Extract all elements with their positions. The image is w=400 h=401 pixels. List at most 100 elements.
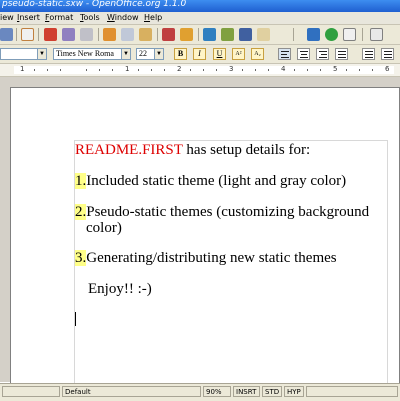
bullets-icon[interactable] [381,48,394,60]
ruler-tick [307,69,308,71]
ruler-number: 4 [281,65,286,73]
ruler-tick [203,69,204,71]
chevron-down-icon: ▼ [154,49,163,59]
copy-icon[interactable] [121,28,134,41]
list-number: 2. [75,204,87,220]
menu-insert[interactable]: Insert [17,12,40,24]
list-number: 1. [75,173,87,189]
ruler-tick [359,69,360,71]
horizontal-ruler[interactable]: 1 1 2 3 4 5 6 [0,64,400,77]
status-info [306,386,398,397]
toolbar-separator [362,28,363,41]
doc-list-item[interactable]: 3.Generating/distributing new static the… [75,249,337,267]
ruler-tick [190,69,191,71]
menu-help[interactable]: Help [144,12,162,24]
superscript-icon[interactable]: A² [232,48,245,60]
toolbar-separator [293,28,294,41]
ruler-tick [99,69,100,71]
align-left-icon[interactable] [278,48,291,60]
status-zoom[interactable]: 90% [203,386,231,397]
justify-icon[interactable] [335,48,348,60]
toolbar-separator [157,28,158,41]
print-icon[interactable] [62,28,75,41]
hyperlink-icon[interactable] [203,28,216,41]
title-bar: pseudo-static.sxw - OpenOffice.org 1.1.0 [0,0,400,12]
numbering-icon[interactable] [362,48,375,60]
data-sources-icon[interactable] [257,28,270,41]
bold-button[interactable]: B [174,48,187,60]
ruler-tick [60,69,61,71]
page-preview-icon[interactable] [80,28,93,41]
ruler-tick [138,69,139,71]
status-insert-mode[interactable]: INSRT [233,386,260,397]
ruler-tick [112,69,113,71]
ruler-tick [86,69,87,71]
ruler-tick [216,69,217,71]
ruler-tick [372,69,373,71]
ruler-number: 3 [229,65,234,73]
save-icon[interactable] [0,28,13,41]
align-right-icon[interactable] [316,48,329,60]
go-icon[interactable] [325,28,338,41]
font-name-select[interactable]: Times New Roma ▼ [53,48,131,60]
underline-button[interactable]: U [213,48,226,60]
toolbar-separator [38,28,39,41]
ruler-tick [47,69,48,71]
font-size-select[interactable]: 22 ▼ [136,48,164,60]
toolbar-separator [16,28,17,41]
redo-icon[interactable] [180,28,193,41]
menu-view[interactable]: iew [0,12,14,24]
ruler-tick [164,69,165,71]
ruler-tick [151,69,152,71]
chevron-down-icon: ▼ [121,49,130,59]
readme-link-text: README.FIRST [75,142,183,158]
menu-format[interactable]: Format [45,12,73,24]
ruler-number: 1 [20,65,25,73]
window-icon[interactable] [343,28,356,41]
ruler-number: 6 [385,65,390,73]
chevron-down-icon: ▼ [37,49,46,59]
list-icon[interactable] [370,28,383,41]
doc-closing[interactable]: Enjoy!! :-) [88,280,152,298]
status-style[interactable]: Default [62,386,201,397]
status-bar: Default 90% INSRT STD HYP [0,383,400,401]
ruler-tick [242,69,243,71]
paste-icon[interactable] [139,28,152,41]
edit-file-icon[interactable] [21,28,34,41]
ruler-number: 1 [125,65,130,73]
menu-window[interactable]: Window [107,12,139,24]
ruler-tick [346,69,347,71]
formatting-toolbar: ▼ Times New Roma ▼ 22 ▼ B I U A² A₂ [0,45,400,64]
standard-toolbar [0,25,400,45]
subscript-icon[interactable]: A₂ [251,48,264,60]
align-center-icon[interactable] [297,48,310,60]
doc-paragraph-intro[interactable]: README.FIRST has setup details for: [75,141,310,159]
ruler-number: 5 [333,65,338,73]
home-icon[interactable] [307,28,320,41]
list-number: 3. [75,250,87,266]
menu-bar: iew Insert Format Tools Window Help [0,12,400,25]
paragraph-style-select[interactable]: ▼ [0,48,47,60]
toolbar-separator [198,28,199,41]
ruler-tick [320,69,321,71]
ruler-number: 2 [177,65,182,73]
text-cursor [75,312,76,326]
undo-icon[interactable] [162,28,175,41]
menu-tools[interactable]: Tools [80,12,100,24]
cut-icon[interactable] [103,28,116,41]
ruler-tick [268,69,269,71]
navigator-icon[interactable] [221,28,234,41]
status-page [2,386,60,397]
ruler-tick [34,69,35,71]
ruler-tick [294,69,295,71]
window-title: pseudo-static.sxw - OpenOffice.org 1.1.0 [2,0,187,9]
gallery-icon[interactable] [239,28,252,41]
doc-list-item-continuation[interactable]: color) [86,219,122,237]
ruler-tick [255,69,256,71]
italic-button[interactable]: I [193,48,206,60]
status-selection-mode[interactable]: STD [262,386,282,397]
doc-list-item[interactable]: 1.Included static theme (light and gray … [75,172,346,190]
status-hyperlink-mode[interactable]: HYP [284,386,304,397]
toolbar-separator [98,28,99,41]
export-pdf-icon[interactable] [44,28,57,41]
